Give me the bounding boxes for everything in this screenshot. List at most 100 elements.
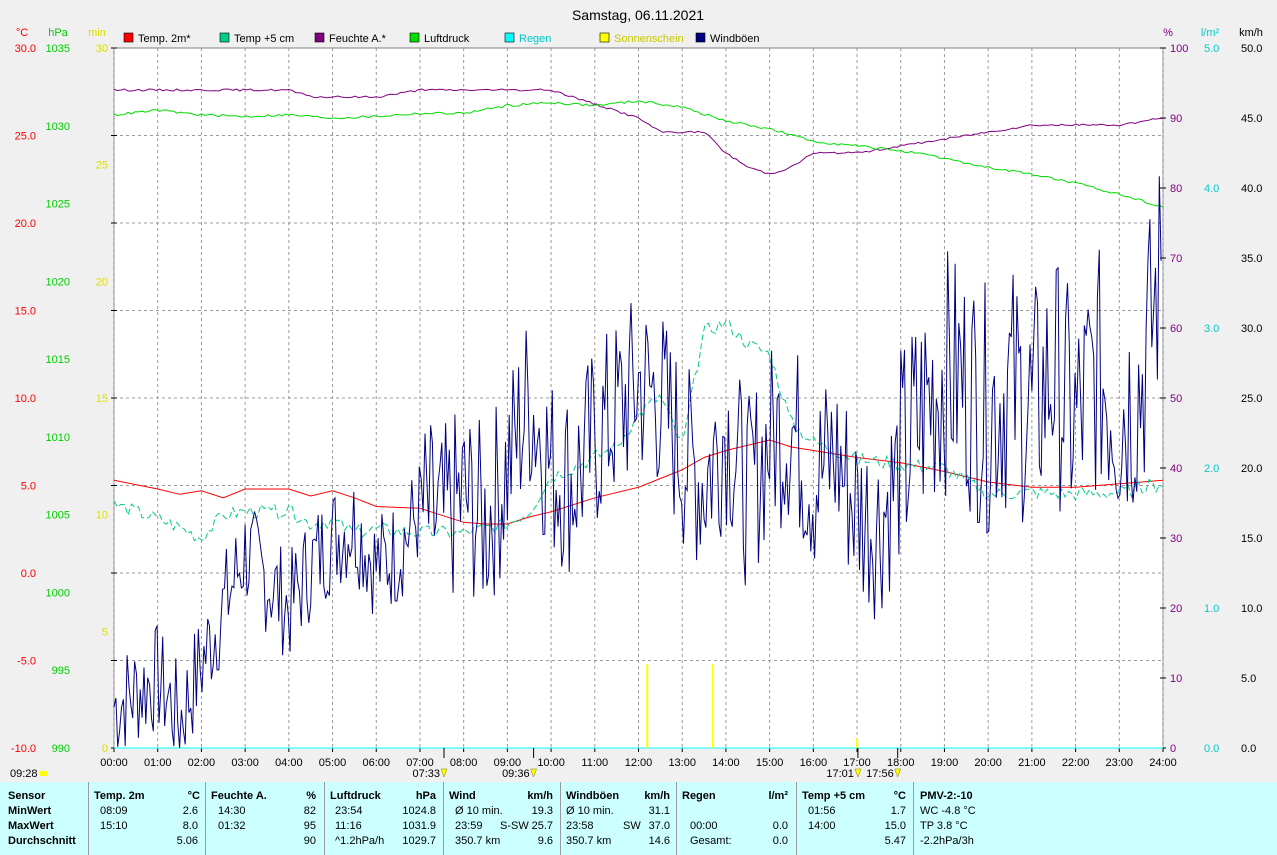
axis-unit-1: hPa: [48, 27, 68, 39]
x-tick-label: 14:00: [712, 757, 740, 769]
x-tick-label: 10:00: [537, 757, 565, 769]
y-tick-label: 50: [1170, 393, 1182, 405]
marker-label: 09:36: [502, 768, 530, 780]
stats-pmv-value: TP 3.8 °C: [920, 820, 968, 832]
stats-pmv-value: WC -4.8 °C: [920, 805, 976, 817]
stats-time: 08:09: [100, 805, 128, 817]
x-tick-label: 23:00: [1106, 757, 1134, 769]
stats-time: 23:59: [455, 820, 483, 832]
chart-title: Samstag, 06.11.2021: [572, 7, 704, 23]
y-tick-label: 15.0: [15, 306, 36, 318]
stats-time: 23:58: [566, 820, 594, 832]
legend-swatch: [219, 32, 230, 43]
stats-separator: [443, 782, 444, 855]
x-tick-label: 00:00: [100, 757, 128, 769]
stats-header: Luftdruck: [330, 790, 381, 802]
marker-label: 07:33: [412, 768, 440, 780]
stats-panel: Sensor MinWert MaxWert Durchschnitt Temp. 2m…: [0, 782, 1277, 855]
stats-separator: [560, 782, 561, 855]
x-tick-label: 08:00: [450, 757, 478, 769]
y-tick-label: 2.0: [1204, 463, 1219, 475]
y-tick-label: 80: [1170, 183, 1182, 195]
legend-label: Temp +5 cm: [234, 33, 294, 45]
stats-value: 8.0: [182, 820, 198, 832]
stats-value: 37.0: [648, 820, 670, 832]
x-tick-label: 12:00: [625, 757, 653, 769]
stats-time: 01:32: [218, 820, 246, 832]
y-tick-label: 15.0: [1241, 533, 1262, 545]
stats-header: PMV-2:-10: [920, 790, 973, 802]
stats-header: Wind: [449, 790, 476, 802]
y-tick-label: 30.0: [1241, 323, 1262, 335]
stats-unit: °C: [893, 790, 906, 802]
stats-value: 15.0: [884, 820, 906, 832]
y-tick-label: -10.0: [11, 743, 36, 755]
stats-time: 350.7 km: [566, 835, 612, 847]
x-tick-label: 20:00: [974, 757, 1002, 769]
y-tick-label: 1030: [46, 121, 70, 133]
y-tick-label: 10: [1170, 673, 1182, 685]
legend-swatch: [314, 32, 325, 43]
y-tick-label: 10.0: [1241, 603, 1262, 615]
y-tick-label: 100: [1170, 43, 1188, 55]
stats-time: 14:30: [218, 805, 246, 817]
x-tick-label: 06:00: [362, 757, 390, 769]
x-tick-label: 02:00: [188, 757, 216, 769]
x-tick-label: 19:00: [931, 757, 959, 769]
stats-separator: [676, 782, 677, 855]
y-tick-label: -5.0: [17, 656, 36, 668]
stats-time: 01:56: [808, 805, 836, 817]
y-tick-label: 10.0: [15, 393, 36, 405]
stats-value: 90: [303, 835, 316, 847]
y-tick-label: 50.0: [1241, 43, 1262, 55]
axis-unit-0: °C: [16, 27, 28, 39]
y-tick-label: 10: [96, 510, 108, 522]
y-tick-label: 1020: [46, 276, 70, 288]
x-tick-label: 21:00: [1018, 757, 1046, 769]
y-tick-label: 1.0: [1204, 603, 1219, 615]
y-tick-label: 15: [96, 393, 108, 405]
weather-chart: Samstag, 06.11.2021 °C hPa min% l/m² km/h Te…: [0, 0, 1277, 782]
y-tick-label: 5: [102, 626, 108, 638]
y-tick-label: 40: [1170, 463, 1182, 475]
stats-value: 5.06: [176, 835, 198, 847]
x-tick-label: 04:00: [275, 757, 303, 769]
axis-unit-2: min: [88, 27, 106, 39]
stats-separator: [324, 782, 325, 855]
stats-header: Temp. 2m: [94, 790, 145, 802]
marker-label: 17:56: [866, 768, 894, 780]
legend-label: Luftdruck: [424, 33, 470, 45]
stats-header: Sensor: [8, 790, 46, 802]
y-tick-label: 3.0: [1204, 323, 1219, 335]
stats-time: 11:16: [335, 820, 362, 832]
stats-unit: %: [306, 790, 316, 802]
y-tick-label: 20: [96, 276, 108, 288]
legend-label: Regen: [519, 33, 551, 45]
stats-time: Gesamt:: [690, 835, 732, 847]
y-tick-label: 1025: [46, 199, 70, 211]
y-tick-label: 20.0: [1241, 463, 1262, 475]
stats-value: 5.47: [884, 835, 906, 847]
y-tick-label: 0.0: [1241, 743, 1256, 755]
stats-unit: hPa: [415, 790, 436, 802]
stats-time: 14:00: [808, 820, 836, 832]
x-tick-label: 01:00: [144, 757, 172, 769]
stats-value: 1.7: [890, 805, 906, 817]
y-tick-label: 1000: [46, 587, 70, 599]
stats-row-label: MaxWert: [8, 820, 54, 832]
x-tick-label: 11:00: [581, 757, 608, 769]
stats-value: 95: [303, 820, 316, 832]
y-tick-label: 25: [96, 160, 108, 172]
stats-value: 31.1: [648, 805, 670, 817]
y-tick-label: 30: [96, 43, 108, 55]
stats-pmv-value: -2.2hPa/3h: [920, 835, 974, 847]
stats-time: Ø 10 min.: [566, 805, 614, 817]
x-tick-label: 03:00: [231, 757, 259, 769]
x-tick-label: 24:00: [1149, 757, 1177, 769]
y-tick-label: 30: [1170, 533, 1182, 545]
y-tick-label: 70: [1170, 253, 1182, 265]
axis-unit-4: l/m²: [1201, 27, 1220, 39]
y-tick-label: 0.0: [1204, 743, 1219, 755]
legend-label: Temp. 2m*: [138, 33, 191, 45]
legend-label: Windböen: [710, 33, 760, 45]
